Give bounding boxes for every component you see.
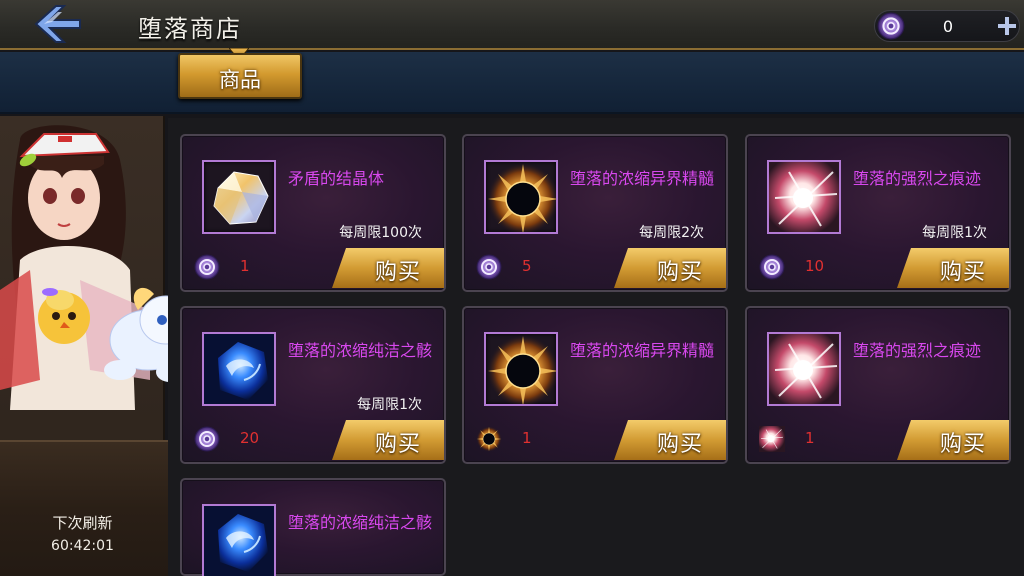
tab-goods-label: 商品 bbox=[219, 68, 261, 92]
blue-orb-icon bbox=[204, 334, 276, 406]
shop-item-card[interactable]: 堕落的浓缩异界精髓 1 购买 bbox=[462, 306, 728, 464]
item-price: 10 bbox=[805, 257, 825, 275]
plus-icon bbox=[998, 17, 1016, 35]
item-name: 堕落的浓缩纯洁之骸 bbox=[288, 513, 433, 532]
back-arrow-icon bbox=[34, 5, 81, 43]
item-price: 1 bbox=[240, 257, 250, 275]
item-price: 1 bbox=[805, 429, 815, 447]
buy-button[interactable]: 购买 bbox=[897, 248, 1009, 288]
buy-button-label: 购买 bbox=[374, 260, 421, 285]
item-name: 矛盾的结晶体 bbox=[288, 169, 385, 188]
buy-button[interactable]: 购买 bbox=[332, 420, 444, 460]
shop-item-card[interactable]: 堕落的强烈之痕迹 1 购买 bbox=[745, 306, 1011, 464]
buy-button-label: 购买 bbox=[656, 432, 703, 457]
top-bar: 堕落商店 0 bbox=[0, 0, 1024, 50]
currency-amount: 0 bbox=[942, 17, 954, 36]
buy-button-label: 购买 bbox=[374, 432, 421, 457]
shop-item-card[interactable]: 矛盾的结晶体 每周限100次 1 购买 bbox=[180, 134, 446, 292]
currency-icon bbox=[476, 254, 502, 280]
page-title: 堕落商店 bbox=[138, 15, 242, 43]
shop-screen: 堕落商店 0 商品 下次刷新 60:42:01 矛盾的结晶体 每周限100次 1… bbox=[0, 0, 1024, 576]
item-name: 堕落的强烈之痕迹 bbox=[853, 169, 982, 188]
purchase-limit: 每周限100次 bbox=[339, 225, 422, 241]
item-icon-frame bbox=[484, 160, 558, 234]
shop-item-card[interactable]: 堕落的浓缩异界精髓 每周限2次 5 购买 bbox=[462, 134, 728, 292]
purchase-limit: 每周限1次 bbox=[357, 397, 422, 413]
item-icon-frame bbox=[767, 160, 841, 234]
item-icon-frame bbox=[484, 332, 558, 406]
item-price: 1 bbox=[522, 429, 532, 447]
buy-button-label: 购买 bbox=[939, 432, 986, 457]
item-price: 5 bbox=[522, 257, 532, 275]
buy-button[interactable]: 购买 bbox=[614, 248, 726, 288]
blue-orb-icon bbox=[204, 506, 276, 576]
item-name: 堕落的浓缩异界精髓 bbox=[570, 169, 715, 188]
tab-bar bbox=[0, 52, 1024, 114]
purchase-limit: 每周限1次 bbox=[922, 225, 987, 241]
shop-item-card[interactable]: 堕落的强烈之痕迹 每周限1次 10 购买 bbox=[745, 134, 1011, 292]
item-price: 20 bbox=[240, 429, 260, 447]
buy-button[interactable]: 购买 bbox=[614, 420, 726, 460]
burst-icon bbox=[759, 426, 785, 452]
add-currency-button[interactable] bbox=[993, 12, 1021, 40]
refresh-timer: 60:42:01 bbox=[51, 538, 114, 554]
buy-button[interactable]: 购买 bbox=[897, 420, 1009, 460]
burst-icon bbox=[769, 162, 841, 234]
burst-icon bbox=[769, 334, 841, 406]
item-name: 堕落的浓缩纯洁之骸 bbox=[288, 341, 433, 360]
tab-goods[interactable]: 商品 bbox=[178, 53, 302, 99]
buy-button-label: 购买 bbox=[656, 260, 703, 285]
item-icon-frame bbox=[202, 160, 276, 234]
buy-button[interactable]: 购买 bbox=[332, 248, 444, 288]
item-name: 堕落的强烈之痕迹 bbox=[853, 341, 982, 360]
currency-display: 0 bbox=[874, 10, 1020, 42]
refresh-label: 下次刷新 bbox=[52, 514, 113, 532]
crystal-icon bbox=[204, 162, 276, 234]
currency-icon bbox=[877, 12, 905, 40]
buy-button-label: 购买 bbox=[939, 260, 986, 285]
item-icon-frame bbox=[767, 332, 841, 406]
dark-sun-icon bbox=[476, 426, 502, 452]
shop-item-card[interactable]: 堕落的浓缩纯洁之骸 每周限1次 20 购买 bbox=[180, 306, 446, 464]
item-icon-frame bbox=[202, 332, 276, 406]
back-button[interactable] bbox=[30, 2, 86, 46]
shelf-decoration bbox=[0, 440, 170, 576]
purchase-limit: 每周限2次 bbox=[639, 225, 704, 241]
currency-icon bbox=[194, 426, 220, 452]
currency-icon bbox=[194, 254, 220, 280]
shop-item-card[interactable]: 堕落的浓缩纯洁之骸 bbox=[180, 478, 446, 576]
currency-icon bbox=[759, 254, 785, 280]
dark-sun-icon bbox=[486, 334, 558, 406]
dark-sun-icon bbox=[486, 162, 558, 234]
item-icon-frame bbox=[202, 504, 276, 576]
item-name: 堕落的浓缩异界精髓 bbox=[570, 341, 715, 360]
